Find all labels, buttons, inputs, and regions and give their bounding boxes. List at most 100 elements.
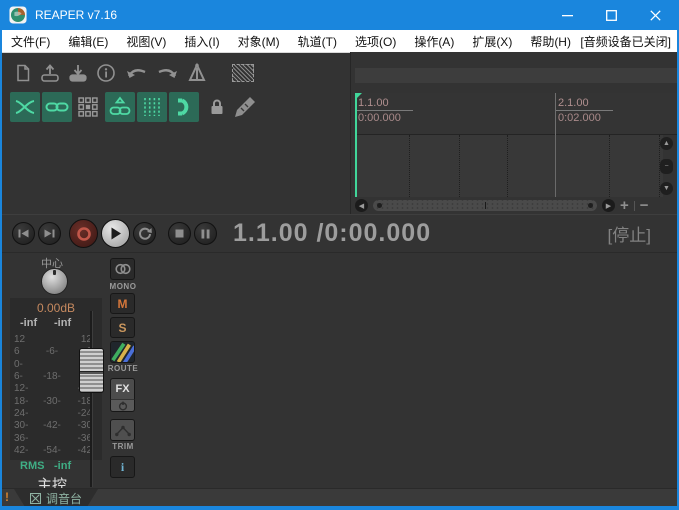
menu-actions[interactable]: 操作(A) (405, 30, 463, 52)
menu-item[interactable]: 对象(M) (229, 30, 289, 52)
go-to-start-button[interactable] (12, 222, 35, 245)
scroll-left-button[interactable]: ◀ (355, 199, 368, 212)
grid-line (409, 135, 410, 197)
audio-device-status[interactable]: [音频设备已关闭] (580, 33, 671, 50)
zoom-out-button[interactable]: − (635, 197, 654, 214)
track-info-button[interactable]: i (110, 456, 135, 478)
project-settings-button[interactable] (93, 60, 119, 86)
menu-view[interactable]: 视图(V) (117, 30, 175, 52)
docker-tab-label: 调音台 (46, 490, 82, 507)
maximize-button[interactable] (589, 0, 633, 30)
mute-button[interactable]: M (110, 293, 135, 314)
menu-extensions[interactable]: 扩展(X) (463, 30, 521, 52)
knob-notch (53, 270, 56, 275)
play-icon (110, 227, 122, 240)
volume-fader-handle[interactable] (79, 348, 104, 393)
zoom-out-vertical-button[interactable]: − (660, 159, 673, 174)
close-button[interactable] (633, 0, 677, 30)
save-project-button[interactable] (65, 60, 91, 86)
route-button[interactable] (110, 341, 135, 363)
new-project-button[interactable] (10, 60, 36, 86)
menu-insert[interactable]: 插入(I) (175, 30, 228, 52)
fader-center-line (80, 371, 103, 374)
reaper-logo-icon (9, 6, 27, 24)
transport-time-display[interactable]: 1.1.00 /0:00.000 (233, 219, 431, 248)
lock-button[interactable] (202, 92, 232, 122)
metronome-button[interactable] (184, 60, 210, 86)
pan-knob[interactable] (41, 268, 68, 295)
scroll-down-button[interactable]: ▼ (660, 182, 673, 195)
horizontal-scrollbar[interactable] (373, 200, 597, 211)
arrange-view[interactable]: 1.1.00 0:00.000 2.1.00 0:02.000 ▲ − ▼ ◀ (350, 52, 677, 214)
save-icon (67, 62, 89, 84)
stop-button[interactable] (168, 222, 191, 245)
menu-track[interactable]: 轨道(T) (289, 30, 346, 52)
envelope-group-button[interactable] (105, 92, 135, 122)
peak-right: -inf (54, 317, 71, 329)
pause-button[interactable] (194, 222, 217, 245)
marquee-icon (232, 64, 254, 82)
transport-status: [停止] (608, 221, 651, 246)
stop-icon (175, 229, 184, 238)
grid-squares-icon (78, 97, 98, 117)
crossfade-toggle-button[interactable] (10, 92, 40, 122)
open-project-button[interactable] (37, 60, 63, 86)
grid-toggle-button[interactable] (137, 92, 167, 122)
ruler-time: 0:00.000 (355, 111, 413, 125)
menu-help[interactable]: 帮助(H) (521, 30, 580, 52)
track-area[interactable] (355, 135, 663, 197)
menu-edit[interactable]: 编辑(E) (59, 30, 117, 52)
undo-button[interactable] (124, 60, 150, 86)
play-button[interactable] (101, 219, 130, 248)
measure-line (555, 93, 556, 135)
edit-behavior-button[interactable] (230, 92, 260, 122)
redo-icon (155, 63, 179, 83)
mixer-docker-tab[interactable]: 调音台 (14, 489, 98, 507)
envelope-group-icon (108, 96, 132, 118)
repeat-icon (138, 227, 152, 241)
menu-bar: 文件(F) 编辑(E) 视图(V) 插入(I) 对象(M) 轨道(T) 选项(O… (2, 30, 677, 53)
info-icon (95, 62, 117, 84)
scrollbar-center-tick (485, 202, 486, 209)
trim-button[interactable] (110, 419, 135, 441)
mono-label: MONO (107, 282, 139, 291)
ruler-beat: 2.1.00 (555, 96, 613, 111)
close-docker-icon[interactable] (30, 493, 41, 504)
menu-file[interactable]: 文件(F) (2, 30, 59, 52)
peak-left: -inf (20, 317, 37, 329)
title-bar[interactable]: REAPER v7.16 (2, 0, 677, 30)
zoom-in-button[interactable]: + (615, 197, 634, 214)
diagonal-ruler-icon (232, 94, 258, 120)
redo-button[interactable] (154, 60, 180, 86)
ruler-beat: 1.1.00 (355, 96, 413, 111)
go-to-start-icon (18, 229, 29, 238)
minimize-button[interactable] (545, 0, 589, 30)
volume-fader-track[interactable] (90, 311, 93, 487)
repeat-button[interactable] (133, 222, 156, 245)
dim-items-button[interactable] (73, 92, 103, 122)
mono-button[interactable] (110, 258, 135, 280)
fx-button[interactable]: FX (110, 378, 135, 399)
grid-line (609, 135, 610, 197)
menu-options[interactable]: 选项(O) (346, 30, 405, 52)
scrollbar-end-cap (377, 203, 382, 208)
scroll-up-button[interactable]: ▲ (660, 137, 673, 150)
fx-bypass-button[interactable] (110, 399, 135, 412)
window-border (2, 506, 677, 510)
go-to-end-button[interactable] (38, 222, 61, 245)
track-list-header (355, 68, 678, 83)
record-button[interactable] (69, 219, 98, 248)
snap-toggle-button[interactable] (169, 92, 199, 122)
open-icon (39, 62, 61, 84)
scroll-right-button[interactable]: ▶ (602, 199, 615, 212)
window-title: REAPER v7.16 (35, 8, 117, 22)
vertical-scrollbar[interactable]: ▲ − ▼ (657, 135, 676, 197)
undo-icon (125, 63, 149, 83)
item-grouping-button[interactable] (42, 92, 72, 122)
route-icon (111, 341, 134, 363)
record-icon (76, 226, 92, 242)
status-alert[interactable]: ! (5, 490, 9, 504)
marquee-select-button[interactable] (230, 60, 256, 86)
power-icon (118, 401, 128, 411)
solo-button[interactable]: S (110, 317, 135, 338)
